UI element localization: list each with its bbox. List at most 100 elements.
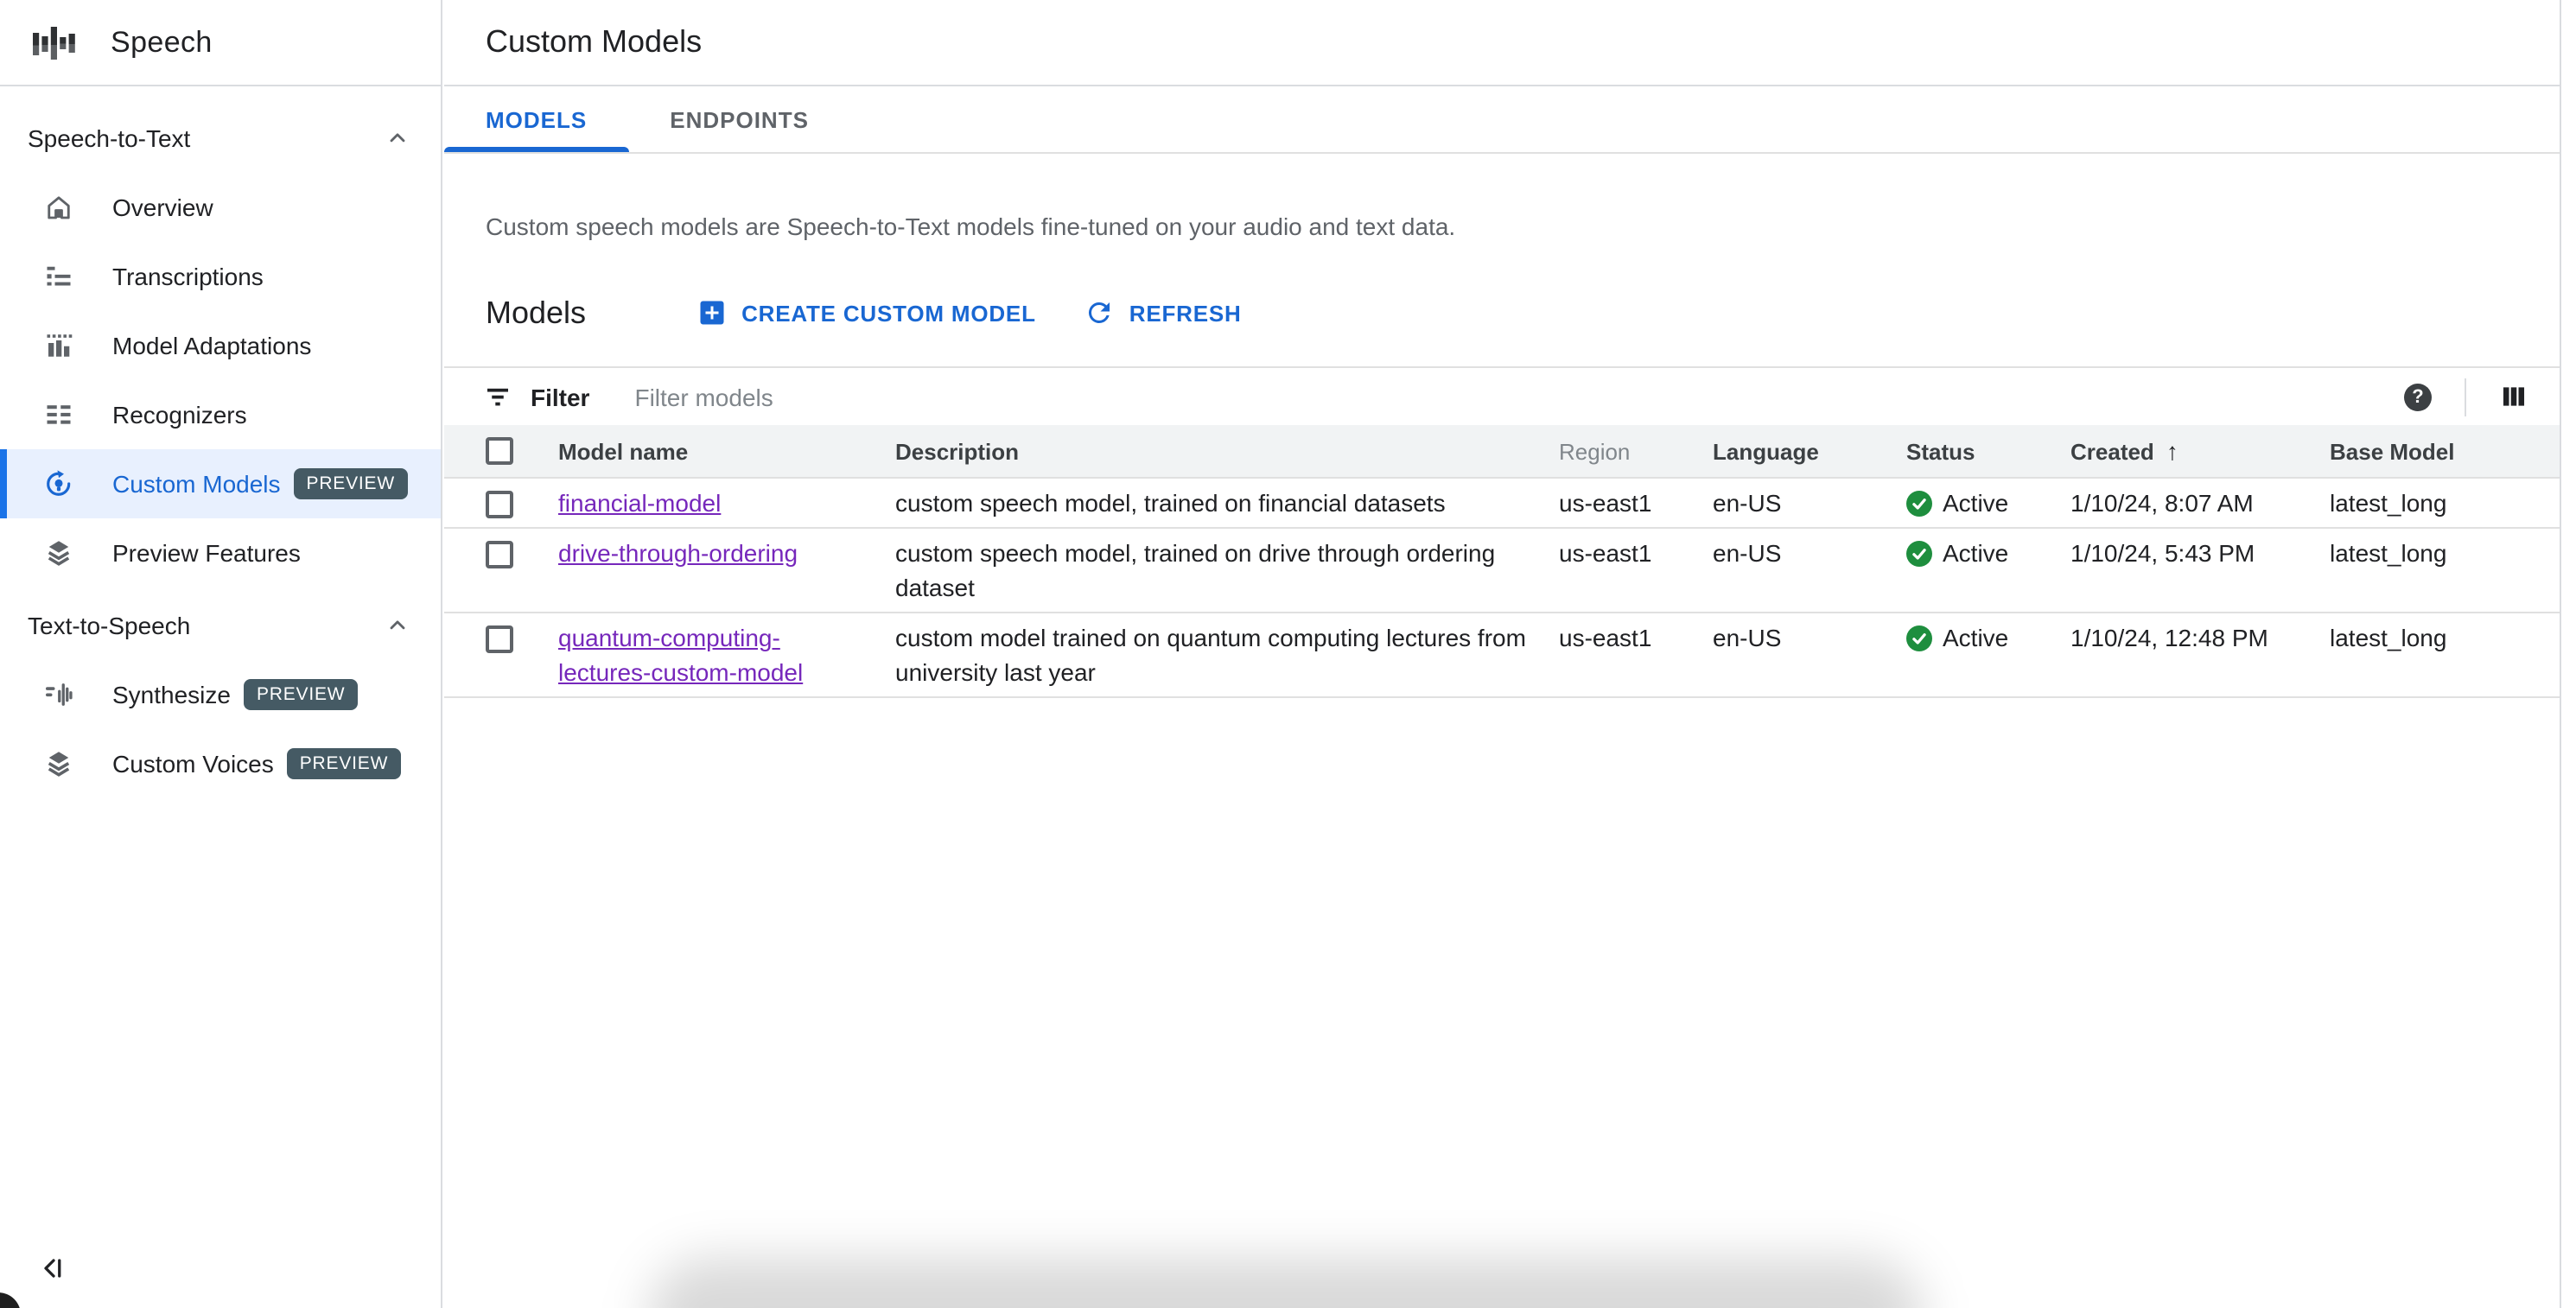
refresh-icon [1084, 297, 1116, 328]
status-label: Active [1943, 539, 2009, 567]
transcriptions-icon [43, 261, 74, 292]
column-label: Language [1713, 438, 1819, 464]
bottom-corner-artifact [0, 1292, 21, 1308]
sidebar-item-preview-features[interactable]: Preview Features [0, 518, 441, 587]
column-label: Description [895, 438, 1020, 464]
model-language: en-US [1713, 489, 1782, 517]
tab-label: ENDPOINTS [670, 107, 809, 133]
app-title: Speech [111, 25, 213, 58]
model-created: 1/10/24, 12:48 PM [2070, 624, 2268, 651]
section-label: Speech-to-Text [28, 124, 191, 152]
row-checkbox[interactable] [486, 491, 513, 518]
column-label: Created [2070, 438, 2154, 464]
bottom-shadow [648, 1258, 1924, 1308]
page-title: Custom Models [486, 24, 703, 59]
model-region: us-east1 [1559, 624, 1652, 651]
filter-label: Filter [531, 383, 590, 410]
model-status: Active [1906, 479, 2070, 527]
sidebar-item-overview[interactable]: Overview [0, 173, 441, 242]
status-active-icon [1906, 625, 1932, 651]
sidebar-item-label: Custom Voices [112, 750, 274, 778]
model-status: Active [1906, 613, 2070, 696]
model-language: en-US [1713, 539, 1782, 567]
model-description: custom speech model, trained on financia… [895, 489, 1446, 517]
bar-chart-icon [43, 330, 74, 361]
page-description: Custom speech models are Speech-to-Text … [486, 213, 1456, 240]
model-name-link[interactable]: quantum-computing-lectures-custom-model [558, 624, 803, 686]
home-icon [43, 192, 74, 223]
section-header-speech-to-text[interactable]: Speech-to-Text [0, 104, 441, 173]
collapse-sidebar-icon[interactable] [38, 1253, 69, 1284]
create-button-label: CREATE CUSTOM MODEL [741, 300, 1036, 326]
filter-icon [482, 381, 513, 412]
section-header-text-to-speech[interactable]: Text-to-Speech [0, 591, 441, 660]
model-region: us-east1 [1559, 489, 1652, 517]
tab-models[interactable]: MODELS [444, 88, 628, 152]
refresh-button[interactable]: REFRESH [1084, 297, 1242, 328]
sidebar: Speech Speech-to-Text Overview Transcrip… [0, 0, 442, 1308]
tab-endpoints[interactable]: ENDPOINTS [628, 88, 850, 152]
column-header-region[interactable]: Region [1559, 438, 1713, 464]
table-header-row: Model name Description Region Language S… [444, 425, 2560, 479]
sidebar-item-label: Custom Models [112, 470, 281, 498]
model-base-model: latest_long [2330, 539, 2447, 567]
add-box-icon [696, 297, 728, 328]
model-description: custom speech model, trained on drive th… [895, 539, 1496, 601]
model-base-model: latest_long [2330, 624, 2447, 651]
column-display-icon[interactable] [2499, 382, 2528, 411]
model-created: 1/10/24, 8:07 AM [2070, 489, 2254, 517]
sidebar-item-label: Overview [112, 194, 213, 221]
sidebar-item-label: Model Adaptations [112, 332, 312, 359]
column-label: Model name [558, 438, 689, 464]
model-base-model: latest_long [2330, 489, 2447, 517]
sidebar-item-synthesize[interactable]: Synthesize PREVIEW [0, 660, 441, 729]
layers-icon [43, 537, 74, 568]
column-header-status[interactable]: Status [1906, 438, 2070, 464]
sidebar-item-custom-models[interactable]: Custom Models PREVIEW [0, 449, 441, 518]
status-label: Active [1943, 489, 2009, 517]
filter-input[interactable] [634, 383, 2404, 410]
column-header-created[interactable]: Created ↑ [2070, 437, 2330, 465]
model-language: en-US [1713, 624, 1782, 651]
tab-bar: MODELS ENDPOINTS [444, 88, 2560, 154]
sidebar-item-custom-voices[interactable]: Custom Voices PREVIEW [0, 729, 441, 798]
sidebar-item-model-adaptations[interactable]: Model Adaptations [0, 311, 441, 380]
status-active-icon [1906, 540, 1932, 566]
sidebar-item-label: Recognizers [112, 401, 247, 429]
table-row: financial-model custom speech model, tra… [444, 479, 2560, 529]
column-header-language[interactable]: Language [1713, 438, 1906, 464]
model-name-link[interactable]: drive-through-ordering [558, 539, 798, 567]
chevron-up-icon [385, 126, 410, 150]
section-label: Text-to-Speech [28, 612, 191, 639]
row-checkbox[interactable] [486, 625, 513, 653]
column-header-description[interactable]: Description [895, 438, 1559, 464]
row-checkbox[interactable] [486, 541, 513, 568]
model-name-link[interactable]: financial-model [558, 489, 721, 517]
sort-ascending-icon: ↑ [2166, 437, 2178, 465]
speech-logo-icon [29, 18, 78, 67]
app-header: Speech [0, 0, 441, 86]
sidebar-item-transcriptions[interactable]: Transcriptions [0, 242, 441, 311]
select-all-checkbox[interactable] [486, 437, 513, 465]
table-row: quantum-computing-lectures-custom-model … [444, 613, 2560, 698]
speech-console-page: Speech Speech-to-Text Overview Transcrip… [0, 0, 2576, 1308]
toolbar-divider [2465, 378, 2466, 416]
column-label: Region [1559, 438, 1631, 464]
refresh-button-label: REFRESH [1129, 300, 1242, 326]
sidebar-item-recognizers[interactable]: Recognizers [0, 380, 441, 449]
model-status: Active [1906, 529, 2070, 612]
filter-bar: Filter ? [444, 366, 2560, 425]
synthesize-waveform-icon [43, 679, 74, 710]
create-custom-model-button[interactable]: CREATE CUSTOM MODEL [696, 297, 1036, 328]
preview-badge: PREVIEW [244, 679, 358, 710]
sidebar-item-label: Transcriptions [112, 263, 264, 290]
help-icon[interactable]: ? [2404, 383, 2432, 410]
model-description: custom model trained on quantum computin… [895, 624, 1526, 686]
column-header-base-model[interactable]: Base Model [2330, 438, 2560, 464]
model-region: us-east1 [1559, 539, 1652, 567]
page-header: Custom Models [444, 0, 2560, 86]
column-header-model-name[interactable]: Model name [558, 438, 895, 464]
models-toolbar: Models CREATE CUSTOM MODEL REFRESH [486, 280, 2518, 346]
column-label: Base Model [2330, 438, 2455, 464]
sidebar-item-label: Synthesize [112, 681, 231, 708]
